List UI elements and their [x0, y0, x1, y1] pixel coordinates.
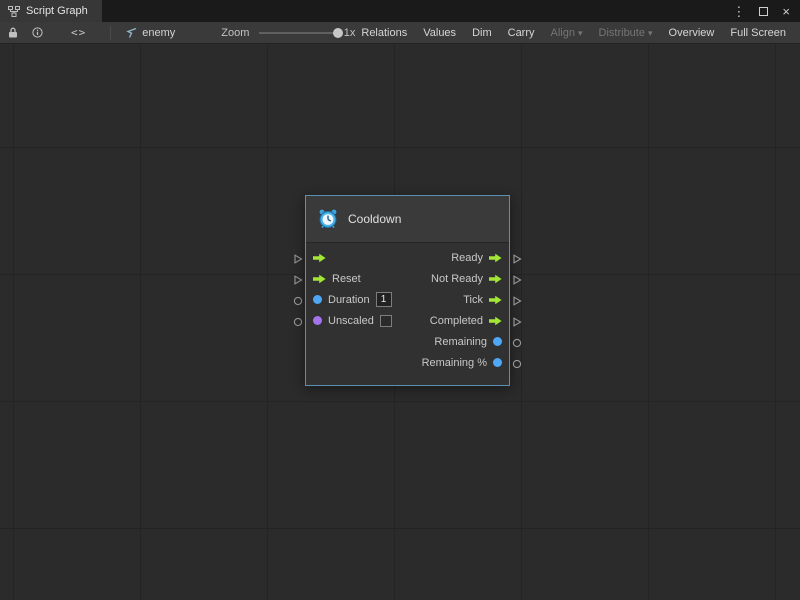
node-rows: Ready Reset Not Ready Duration Tick Unscaled C…: [306, 243, 509, 385]
value-input-port-icon-unscaled[interactable]: [313, 316, 322, 325]
code-icon[interactable]: <>: [71, 27, 86, 38]
output-port-label-remaining: Remaining: [434, 336, 487, 348]
graph-name-label: enemy: [142, 27, 175, 39]
external-value-input-handle-unscaled[interactable]: [291, 311, 305, 332]
external-flow-output-handle-completed[interactable]: [510, 311, 524, 332]
window-menu-icon[interactable]: ⋮: [732, 5, 745, 18]
value-output-port-icon-remaining[interactable]: [493, 337, 502, 346]
alarm-clock-icon: [317, 208, 339, 230]
flow-output-port-icon-completed[interactable]: [489, 316, 502, 326]
input-port-label-unscaled: Unscaled: [328, 315, 374, 327]
toolbar-button-carry[interactable]: Carry: [502, 25, 541, 41]
flow-input-port-icon-flow[interactable]: [313, 253, 326, 263]
value-input-port-icon-duration[interactable]: [313, 295, 322, 304]
cooldown-node-wrap: Cooldown Ready Reset Not Ready Duration Tick…: [291, 195, 524, 386]
toolbar: <> enemy Zoom 1x RelationsValuesDimCarry…: [0, 22, 800, 44]
external-flow-output-handle-tick[interactable]: [510, 290, 524, 311]
node-port-row: Remaining %: [306, 352, 509, 373]
tab-title: Script Graph: [26, 5, 88, 17]
input-port-label-duration: Duration: [328, 294, 370, 306]
zoom-value: 1x: [344, 27, 356, 39]
node-port-row: Duration Tick: [306, 289, 509, 310]
node-title: Cooldown: [348, 212, 401, 226]
flow-output-port-icon-tick[interactable]: [489, 295, 502, 305]
output-port-label-tick: Tick: [463, 294, 483, 306]
node-header[interactable]: Cooldown: [306, 196, 509, 243]
zoom-slider-track: [259, 32, 335, 34]
dropdown-arrow-icon: ▾: [578, 28, 583, 38]
duration-value-field[interactable]: [376, 292, 392, 307]
external-value-output-handle-remaining[interactable]: [510, 332, 524, 353]
output-port-label-ready: Ready: [451, 252, 483, 264]
window-close-icon[interactable]: ×: [782, 5, 790, 18]
toolbar-button-values[interactable]: Values: [417, 25, 462, 41]
toolbar-button-full-screen[interactable]: Full Screen: [724, 25, 792, 41]
flow-input-port-icon-reset[interactable]: [313, 274, 326, 284]
external-value-output-handle-remaining[interactable]: [510, 353, 524, 374]
right-handles: [510, 195, 524, 386]
toolbar-button-relations[interactable]: Relations: [355, 25, 413, 41]
zoom-slider-handle[interactable]: [333, 28, 343, 38]
zoom-label: Zoom: [221, 27, 249, 39]
script-graph-tab-icon: [8, 6, 20, 17]
value-output-port-icon-remaining[interactable]: [493, 358, 502, 367]
flow-output-port-icon-not-ready[interactable]: [489, 274, 502, 284]
output-port-label-not-ready: Not Ready: [431, 273, 483, 285]
external-flow-input-handle-flow[interactable]: [291, 248, 305, 269]
toolbar-button-overview[interactable]: Overview: [663, 25, 721, 41]
toolbar-button-dim[interactable]: Dim: [466, 25, 498, 41]
output-port-label-remaining: Remaining %: [422, 357, 487, 369]
external-value-input-handle-duration[interactable]: [291, 290, 305, 311]
dropdown-arrow-icon: ▾: [648, 28, 653, 38]
external-flow-output-handle-not-ready[interactable]: [510, 269, 524, 290]
node-port-row: Reset Not Ready: [306, 268, 509, 289]
node-port-row: Remaining: [306, 331, 509, 352]
graph-canvas[interactable]: Cooldown Ready Reset Not Ready Duration Tick…: [0, 44, 800, 600]
zoom-slider[interactable]: [259, 27, 335, 39]
titlebar: Script Graph ⋮ ×: [0, 0, 800, 22]
toolbar-button-align: Align▾: [545, 25, 589, 41]
lock-icon[interactable]: [8, 27, 18, 38]
info-icon[interactable]: [32, 27, 43, 38]
unscaled-checkbox[interactable]: [380, 315, 392, 327]
node-port-row: Ready: [306, 247, 509, 268]
input-port-label-reset: Reset: [332, 273, 361, 285]
script-graph-window: Script Graph ⋮ × <>: [0, 0, 800, 600]
toolbar-separator: [110, 26, 111, 40]
toolbar-buttons: RelationsValuesDimCarryAlign▾Distribute▾…: [355, 25, 794, 41]
external-flow-output-handle-ready[interactable]: [510, 248, 524, 269]
output-port-label-completed: Completed: [430, 315, 483, 327]
flow-output-port-icon-ready[interactable]: [489, 253, 502, 263]
left-handles: [291, 195, 305, 386]
window-controls: ⋮ ×: [732, 0, 800, 22]
external-flow-input-handle-reset[interactable]: [291, 269, 305, 290]
window-maximize-icon[interactable]: [759, 5, 768, 18]
toolbar-button-distribute: Distribute▾: [593, 25, 659, 41]
tab-script-graph[interactable]: Script Graph: [0, 0, 102, 22]
graph-asset-icon: [125, 27, 137, 39]
node-port-row: Unscaled Completed: [306, 310, 509, 331]
cooldown-node[interactable]: Cooldown Ready Reset Not Ready Duration Tick…: [305, 195, 510, 386]
